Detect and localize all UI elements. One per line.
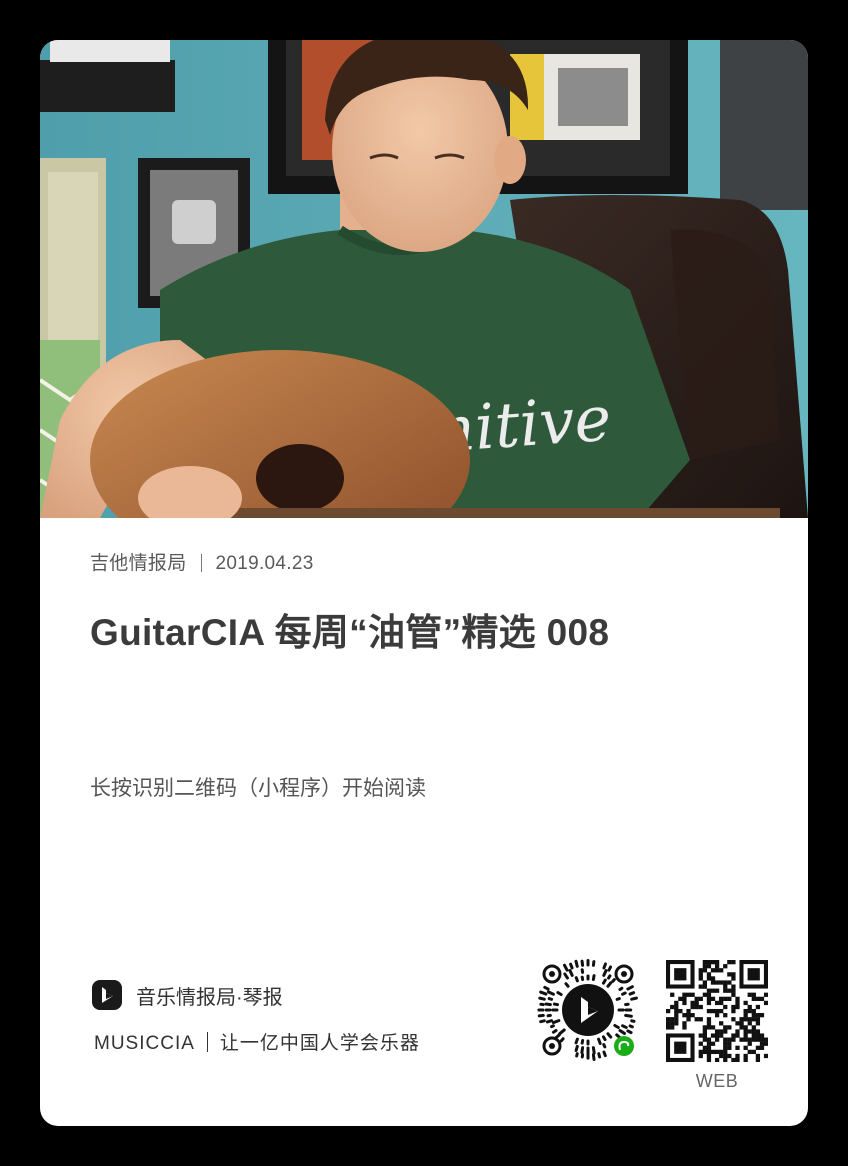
share-card: Primitive 吉他情报局 2019.04.23 GuitarCIA 每周“油… [40, 40, 808, 1126]
miniprogram-code[interactable] [532, 954, 644, 1066]
brand-latin: MUSICCIA [94, 1033, 195, 1054]
brand-name: 音乐情报局·琴报 [136, 986, 283, 1009]
post-date: 2019.04.23 [215, 553, 314, 574]
post-source: 吉他情报局 [90, 553, 187, 574]
post-title: GuitarCIA 每周“油管”精选 008 [90, 612, 610, 653]
brand-logo-icon [92, 980, 122, 1010]
scan-instruction: 长按识别二维码（小程序）开始阅读 [90, 777, 426, 800]
cover-image[interactable]: Primitive [40, 40, 808, 518]
brand-slogan: 让一亿中国人学会乐器 [219, 1033, 420, 1054]
web-qr-label: WEB [695, 1071, 739, 1091]
meta-divider [200, 554, 202, 572]
brand-row: 音乐情报局·琴报 [92, 980, 283, 1010]
cover-illustration: Primitive [40, 40, 808, 518]
post-meta: 吉他情报局 2019.04.23 [90, 548, 314, 575]
slogan-row: MUSICCIA 让一亿中国人学会乐器 [94, 1028, 420, 1055]
miniprogram-badge-icon [614, 1036, 634, 1056]
slogan-divider [206, 1032, 208, 1052]
web-qr-code[interactable] [666, 960, 769, 1063]
